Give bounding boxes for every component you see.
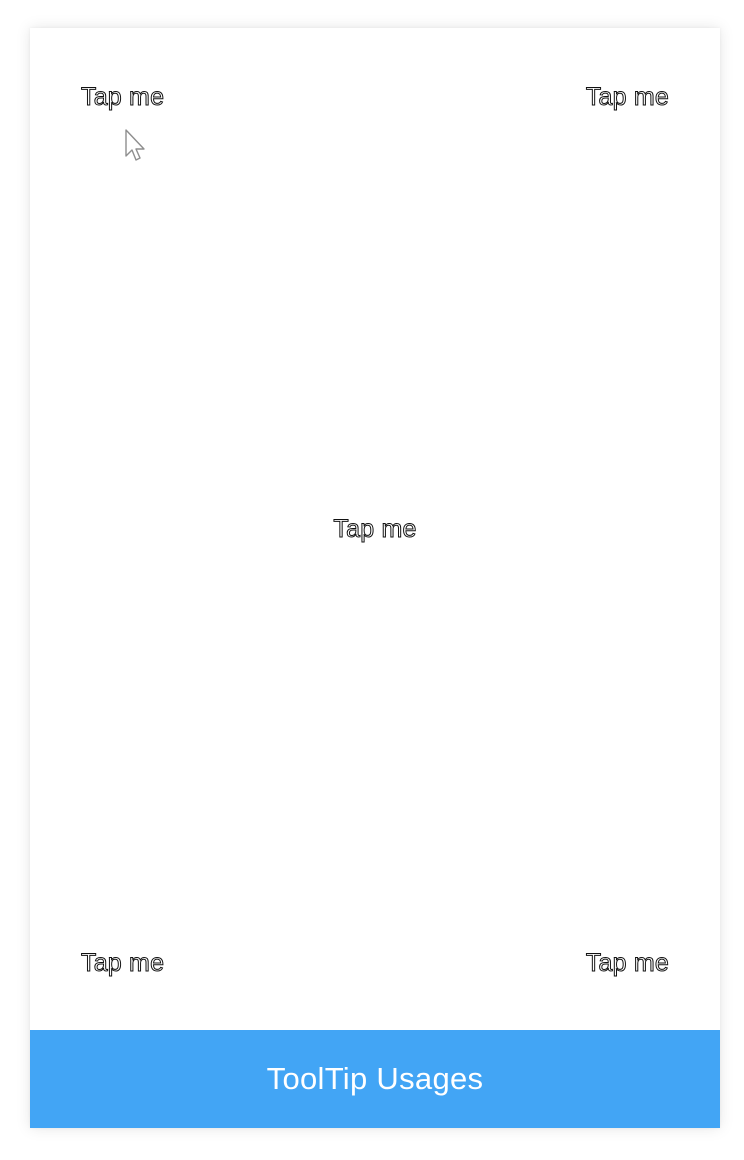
tap-me-top-right[interactable]: Tap me	[585, 82, 669, 112]
mouse-pointer-icon	[125, 129, 145, 161]
tap-me-bottom-left[interactable]: Tap me	[80, 948, 164, 978]
stage: Tap me Tap me Tap me Tap me Tap me ToolT…	[0, 0, 744, 1160]
tooltip-usages-title: ToolTip Usages	[266, 1061, 484, 1096]
tap-me-top-left[interactable]: Tap me	[80, 82, 164, 112]
app-screen: Tap me Tap me Tap me Tap me Tap me ToolT…	[30, 28, 720, 1128]
tap-me-bottom-right[interactable]: Tap me	[585, 948, 669, 978]
tooltip-usages-bar[interactable]: ToolTip Usages	[30, 1030, 720, 1128]
tap-me-center[interactable]: Tap me	[333, 514, 417, 544]
